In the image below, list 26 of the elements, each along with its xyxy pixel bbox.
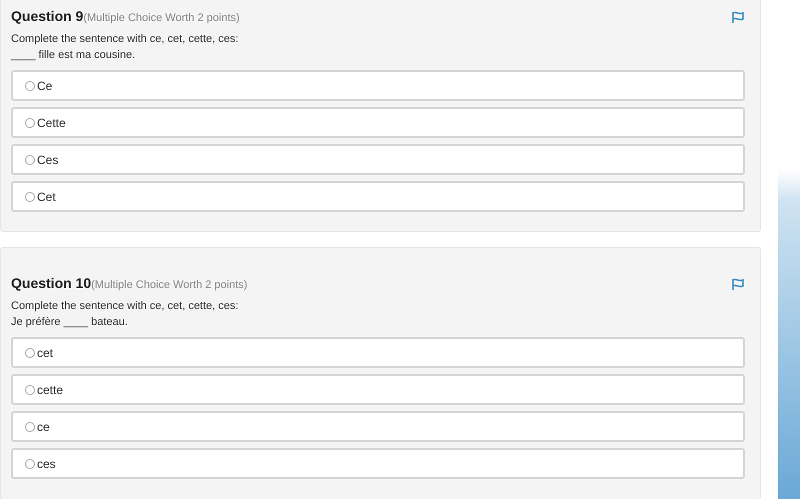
radio-button[interactable]	[25, 348, 35, 358]
radio-button[interactable]	[25, 154, 35, 164]
radio-button[interactable]	[25, 192, 35, 202]
question-sentence: Je préfère ____ bateau.	[11, 315, 129, 330]
answer-option[interactable]: ces	[11, 448, 745, 479]
answer-option[interactable]: cette	[11, 374, 745, 405]
question-title: Question 10	[11, 275, 92, 291]
radio-button[interactable]	[25, 384, 35, 394]
answer-option[interactable]: Ces	[11, 144, 745, 175]
question-points: (Multiple Choice Worth 2 points)	[83, 12, 240, 24]
flag-icon[interactable]	[731, 278, 745, 290]
question-title: Question 9	[11, 8, 84, 24]
question-sentence: ____ fille est ma cousine.	[11, 48, 136, 63]
answer-option[interactable]: ce	[11, 411, 745, 442]
question-prompt: Complete the sentence with ce, cet, cette, ces:	[11, 32, 240, 47]
radio-button[interactable]	[25, 80, 35, 90]
answer-option[interactable]: Cet	[11, 181, 745, 212]
answer-option[interactable]: Ce	[11, 70, 745, 101]
answer-option[interactable]: cet	[11, 337, 745, 368]
answer-option[interactable]: Cette	[11, 107, 745, 138]
question-prompt: Complete the sentence with ce, cet, cette, ces:	[11, 299, 240, 314]
radio-button[interactable]	[25, 118, 35, 128]
radio-button[interactable]	[25, 458, 35, 468]
question-points: (Multiple Choice Worth 2 points)	[91, 279, 248, 291]
flag-icon[interactable]	[731, 10, 745, 24]
radio-button[interactable]	[25, 422, 35, 432]
